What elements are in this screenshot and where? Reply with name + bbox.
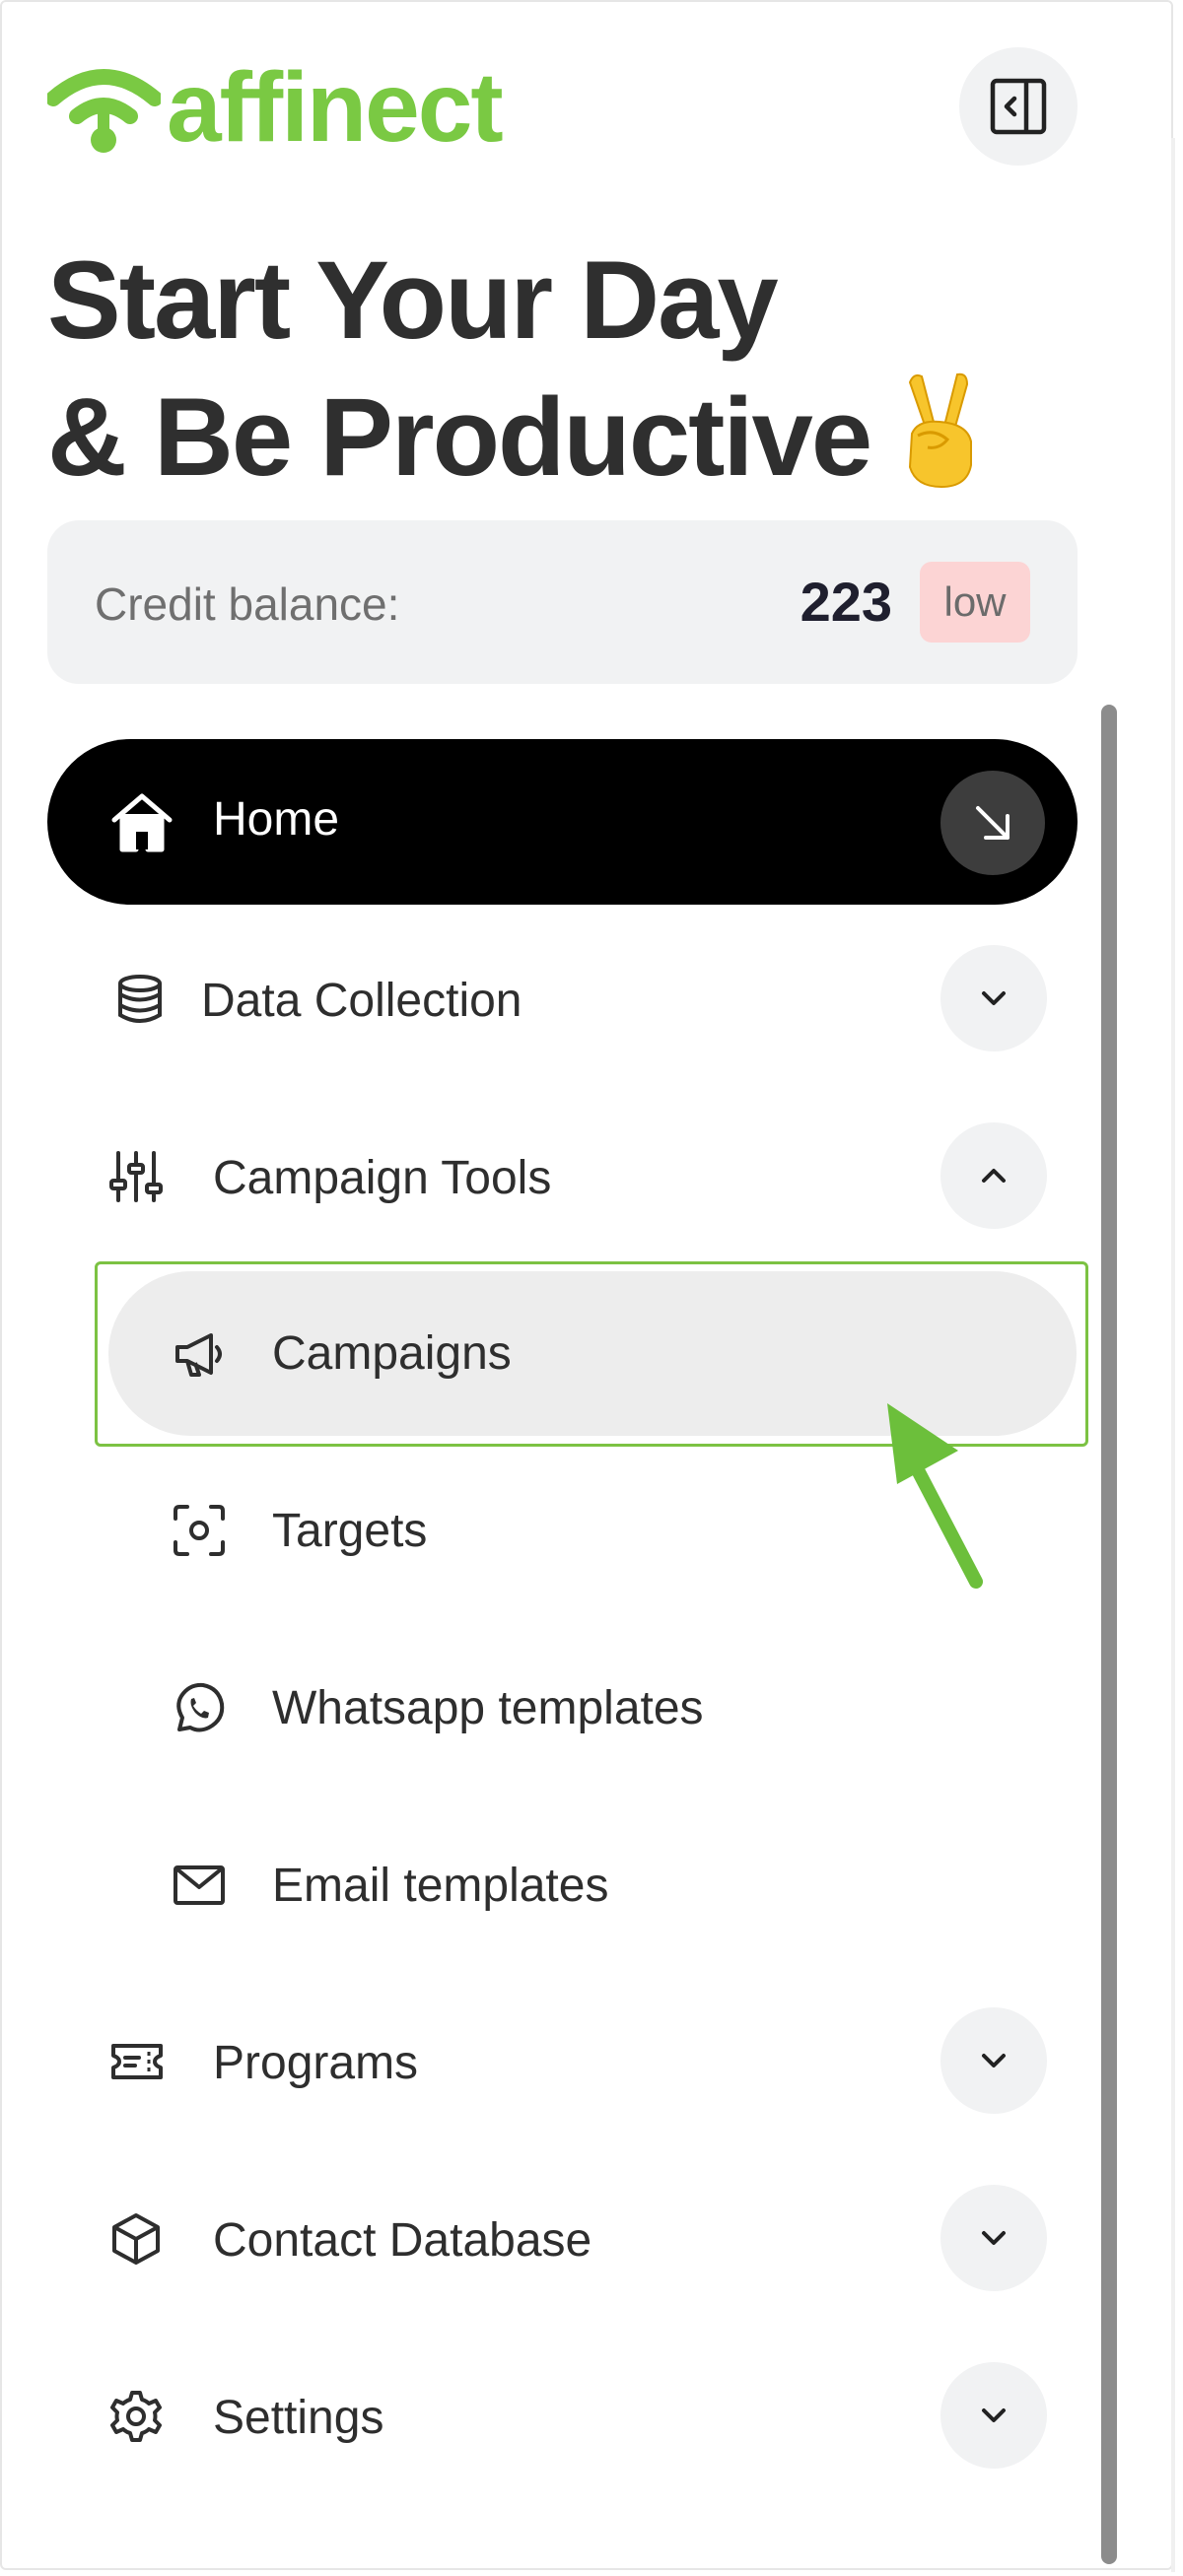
data-collection-expand-button[interactable] bbox=[940, 945, 1047, 1051]
brand-name: affinect bbox=[167, 52, 504, 163]
sub-item-email-templates-label: Email templates bbox=[272, 1860, 609, 1912]
chevron-down-icon bbox=[982, 2408, 1006, 2422]
chevron-up-icon bbox=[982, 1169, 1006, 1183]
victory-hand-icon bbox=[909, 373, 973, 489]
nav-item-home[interactable]: Home bbox=[47, 739, 1078, 905]
sub-item-campaigns-label: Campaigns bbox=[272, 1327, 512, 1380]
annotation-arrow-icon bbox=[887, 1403, 983, 1589]
database-icon bbox=[118, 975, 162, 1023]
nav-item-campaign-tools[interactable]: Campaign Tools bbox=[47, 1098, 1078, 1255]
whatsapp-icon bbox=[176, 1682, 225, 1732]
sidebar-collapse-icon bbox=[990, 78, 1047, 135]
sub-item-email-templates[interactable]: Email templates bbox=[106, 1803, 1078, 1967]
sliders-icon bbox=[109, 1151, 163, 1202]
headline-line-1: Start Your Day bbox=[47, 238, 779, 362]
target-icon bbox=[174, 1505, 225, 1556]
cube-icon bbox=[112, 2213, 160, 2265]
nav-item-contact-database-label: Contact Database bbox=[213, 2214, 592, 2267]
arrow-down-right-icon bbox=[976, 806, 1009, 840]
nav-item-contact-database[interactable]: Contact Database bbox=[47, 2160, 1078, 2318]
credit-balance-label: Credit balance: bbox=[95, 578, 400, 630]
collapse-sidebar-button[interactable] bbox=[959, 47, 1078, 166]
headline-line-2-text: & Be Productive bbox=[47, 375, 872, 499]
headline-line-2: & Be Productive bbox=[47, 365, 1082, 502]
megaphone-icon bbox=[175, 1333, 222, 1377]
programs-expand-button[interactable] bbox=[940, 2007, 1047, 2114]
nav-item-settings[interactable]: Settings bbox=[47, 2338, 1078, 2495]
chevron-down-icon bbox=[982, 2231, 1006, 2245]
nav-item-campaign-tools-label: Campaign Tools bbox=[213, 1152, 552, 1204]
chevron-down-icon bbox=[982, 2054, 1006, 2068]
credit-balance-card: Credit balance: 223 low bbox=[47, 520, 1078, 684]
nav-item-home-label: Home bbox=[213, 793, 340, 846]
credit-balance-value: 223 bbox=[800, 571, 892, 633]
sub-item-whatsapp-templates[interactable]: Whatsapp templates bbox=[106, 1626, 1078, 1790]
gear-icon bbox=[110, 2391, 162, 2442]
home-icon bbox=[111, 793, 173, 852]
contact-database-expand-button[interactable] bbox=[940, 2185, 1047, 2291]
nav-item-data-collection[interactable]: Data Collection bbox=[47, 920, 1078, 1078]
wifi-logo-icon bbox=[47, 69, 161, 153]
brand-logo[interactable]: affinect bbox=[47, 52, 504, 163]
campaign-tools-collapse-button[interactable] bbox=[940, 1122, 1047, 1229]
panel-edge bbox=[1171, 138, 1175, 2572]
ticket-icon bbox=[111, 2044, 163, 2079]
sub-item-targets-label: Targets bbox=[272, 1505, 428, 1557]
sidebar-scrollbar[interactable] bbox=[1101, 705, 1117, 2564]
settings-expand-button[interactable] bbox=[940, 2362, 1047, 2469]
home-open-button[interactable] bbox=[940, 771, 1045, 875]
nav-item-settings-label: Settings bbox=[213, 2392, 384, 2444]
nav-item-programs-label: Programs bbox=[213, 2037, 419, 2089]
low-credit-badge: low bbox=[920, 562, 1030, 643]
sub-item-whatsapp-templates-label: Whatsapp templates bbox=[272, 1682, 704, 1734]
mail-icon bbox=[174, 1865, 225, 1905]
page-title: Start Your Day & Be Productive bbox=[47, 237, 1082, 502]
chevron-down-icon bbox=[982, 991, 1006, 1005]
nav-item-programs[interactable]: Programs bbox=[47, 1983, 1078, 2140]
nav-item-data-collection-label: Data Collection bbox=[201, 975, 522, 1027]
